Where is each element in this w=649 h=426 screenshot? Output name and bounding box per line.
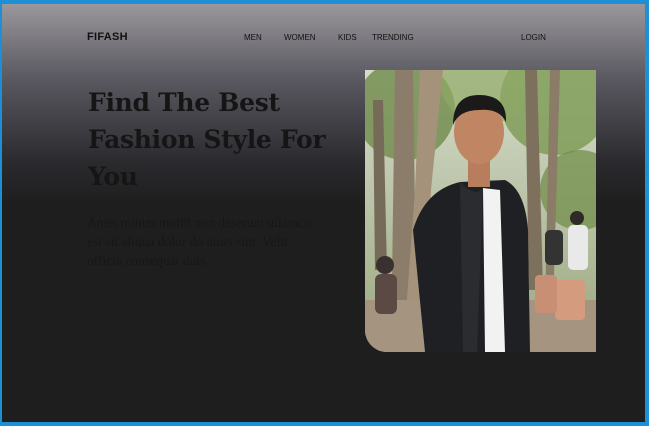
hero-description: Amet minim mollit non deserunt ullamco e… (87, 215, 311, 268)
nav-item-men[interactable]: MEN (244, 33, 262, 42)
login-link[interactable]: LOGIN (521, 33, 546, 42)
brand-logo[interactable]: FIFASH (87, 31, 128, 43)
hero-photo-illustration (365, 70, 596, 352)
nav-item-women[interactable]: WOMEN (284, 33, 316, 42)
nav-item-kids[interactable]: KIDS (338, 33, 357, 42)
page-frame: FIFASH MEN WOMEN KIDS TRENDING LOGIN Fin… (2, 4, 645, 422)
nav-item-trending[interactable]: TRENDING (372, 33, 414, 42)
hero-headline: Find The Best Fashion Style For You (88, 88, 326, 191)
hero-photo (365, 70, 596, 352)
